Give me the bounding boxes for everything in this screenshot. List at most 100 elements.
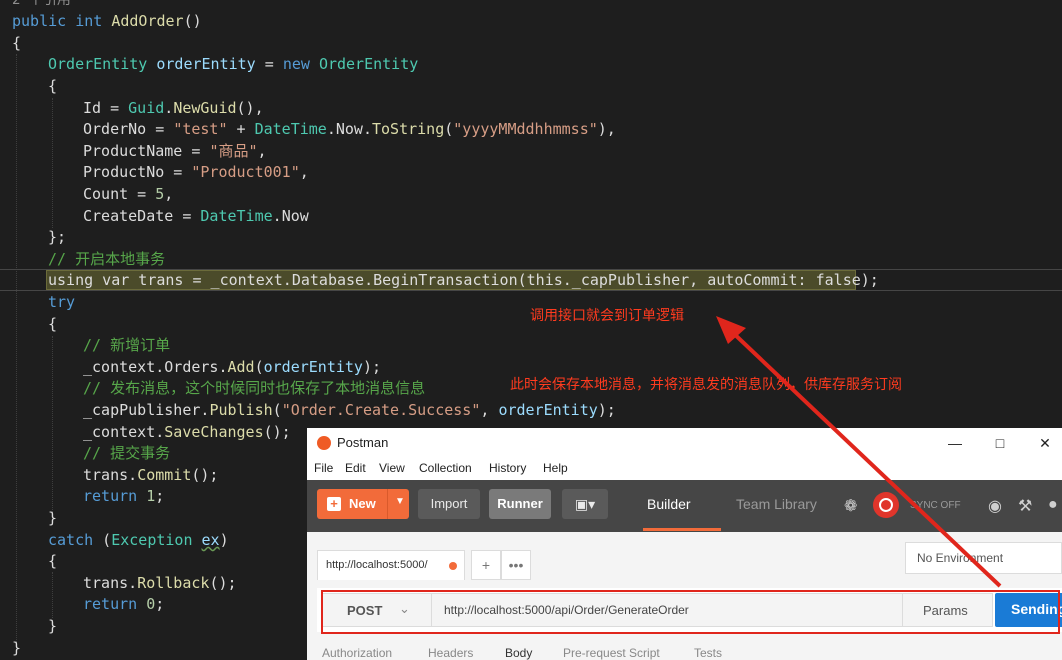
number-literal: 5 [155, 185, 165, 203]
number-literal: 0 [146, 595, 156, 613]
code-line-signature[interactable]: public int AddOrder() [12, 10, 202, 32]
menu-view[interactable]: View [379, 461, 405, 475]
code-line-init-orderno[interactable]: OrderNo = "test" + DateTime.Now.ToString… [83, 118, 616, 140]
member: Now [335, 120, 363, 138]
code-line-catch[interactable]: catch (Exception ex) [48, 529, 229, 551]
menu-history[interactable]: History [489, 461, 526, 475]
caret-down-icon[interactable]: ▼ [395, 496, 405, 507]
punct: (); [263, 423, 291, 441]
menu-collection[interactable]: Collection [419, 461, 472, 475]
code-line-commit[interactable]: trans.Commit(); [83, 464, 218, 486]
code-comment-begin-tx: // 开启本地事务 [48, 250, 166, 268]
code-line-init-productname[interactable]: ProductName = "商品", [83, 140, 267, 162]
punct: ), [597, 120, 616, 138]
operator: = [146, 120, 174, 138]
title-bar[interactable]: Postman — □ ✕ [307, 428, 1062, 458]
member-access: _capPublisher. [83, 401, 210, 419]
new-button[interactable]: + New ▼ [317, 489, 409, 519]
code-line-add[interactable]: _context.Orders.Add(orderEntity); [83, 356, 381, 378]
tab-pre-request-script[interactable]: Pre-request Script [563, 646, 660, 660]
number-literal: 1 [146, 487, 156, 505]
maximize-button[interactable]: □ [982, 432, 1018, 454]
interceptor-icon[interactable]: ❁ [844, 496, 857, 516]
environment-label: No Environment [917, 551, 1004, 565]
close-button[interactable]: ✕ [1027, 432, 1062, 454]
string-literal: "Product001" [191, 163, 300, 181]
code-line-save[interactable]: _context.SaveChanges(); [83, 421, 291, 443]
method-name: Publish [209, 401, 273, 419]
property: OrderNo [83, 120, 147, 138]
member-access: _context.Orders. [83, 358, 228, 376]
sync-status: SYNC OFF [910, 500, 961, 511]
notifications-icon[interactable]: ● [1048, 496, 1058, 514]
method-name: Commit [137, 466, 192, 484]
tab-team-library[interactable]: Team Library [736, 496, 817, 512]
request-tab-label: http://localhost:5000/ [326, 559, 428, 571]
postman-logo-icon [317, 436, 331, 450]
environment-select[interactable]: No Environment [905, 542, 1062, 574]
request-highlight-box [321, 590, 1060, 634]
indent-guide [52, 336, 53, 514]
code-line-brace: } [48, 509, 58, 527]
code-line-rollback[interactable]: trans.Rollback(); [83, 572, 237, 594]
runner-button[interactable]: Runner [489, 489, 551, 519]
string-literal: "Order.Create.Success" [281, 401, 481, 419]
annotation-arrow-label: 调用接口就会到订单逻辑 [530, 308, 684, 324]
code-line-init-createdate[interactable]: CreateDate = DateTime.Now [83, 205, 309, 227]
string-literal: "test" [173, 120, 228, 138]
operator: = [264, 55, 274, 73]
import-button[interactable]: Import [418, 489, 480, 519]
member: Now [281, 207, 309, 225]
sync-icon[interactable] [873, 492, 899, 518]
punct: ); [597, 401, 616, 419]
code-line-return-one[interactable]: return 1; [83, 485, 164, 507]
code-line-using[interactable]: using var trans = _context.Database.Begi… [48, 269, 879, 291]
operator: = [182, 142, 210, 160]
string-literal: "yyyyMMddhhmmss" [453, 120, 598, 138]
add-tab-button[interactable]: + [471, 550, 501, 580]
code-line-publish[interactable]: _capPublisher.Publish("Order.Create.Succ… [83, 399, 616, 421]
type-name: Guid [128, 99, 165, 117]
type-name: DateTime [254, 120, 327, 138]
tab-tests[interactable]: Tests [694, 646, 722, 660]
property: ProductNo [83, 163, 165, 181]
menu-help[interactable]: Help [543, 461, 568, 475]
code-line-brace: }; [48, 228, 67, 246]
tab-headers[interactable]: Headers [428, 646, 473, 660]
params: () [183, 12, 202, 30]
tab-body[interactable]: Body [505, 646, 532, 660]
minimize-button[interactable]: — [937, 432, 973, 454]
menu-file[interactable]: File [314, 461, 333, 475]
request-subtabs: Authorization Headers Body Pre-request S… [307, 644, 1062, 660]
tab-authorization[interactable]: Authorization [322, 646, 392, 660]
punct: (); [191, 466, 219, 484]
sync-ring [879, 498, 893, 512]
keyword: public [12, 12, 67, 30]
code-line-brace: { [48, 315, 58, 333]
menu-bar: File Edit View Collection History Help [307, 458, 1062, 480]
property: Id [83, 99, 102, 117]
wrench-icon[interactable]: ⚒ [1018, 496, 1032, 516]
keyword: int [75, 12, 103, 30]
keyword: return [83, 487, 138, 505]
request-tab[interactable]: http://localhost:5000/ [317, 550, 465, 580]
more-tabs-button[interactable]: ••• [501, 550, 531, 580]
new-window-button[interactable]: ▣▾ [562, 489, 608, 519]
request-tabs: http://localhost:5000/ + ••• No Environm… [307, 532, 1062, 580]
active-tab-indicator [643, 528, 721, 531]
annotation-note: 此时会保存本地消息，并将消息发的消息队列，供库存服务订阅 [510, 377, 902, 393]
tab-builder[interactable]: Builder [647, 496, 691, 512]
code-line-init-productno[interactable]: ProductNo = "Product001", [83, 161, 309, 183]
code-line-try[interactable]: try [48, 291, 75, 313]
operator: = [164, 163, 192, 181]
globe-icon[interactable]: ◉ [988, 496, 1002, 516]
toolbar: + New ▼ Import Runner ▣▾ Builder Team Li… [307, 480, 1062, 532]
menu-edit[interactable]: Edit [345, 461, 366, 475]
code-line-init-id[interactable]: Id = Guid.NewGuid(), [83, 97, 264, 119]
code-line-init-count[interactable]: Count = 5, [83, 183, 173, 205]
type-name: OrderEntity [318, 55, 419, 73]
punct: , [257, 142, 267, 160]
code-line-return-zero[interactable]: return 0; [83, 593, 164, 615]
code-line-decl[interactable]: OrderEntity orderEntity = new OrderEntit… [48, 53, 418, 75]
method-name: SaveChanges [164, 423, 264, 441]
